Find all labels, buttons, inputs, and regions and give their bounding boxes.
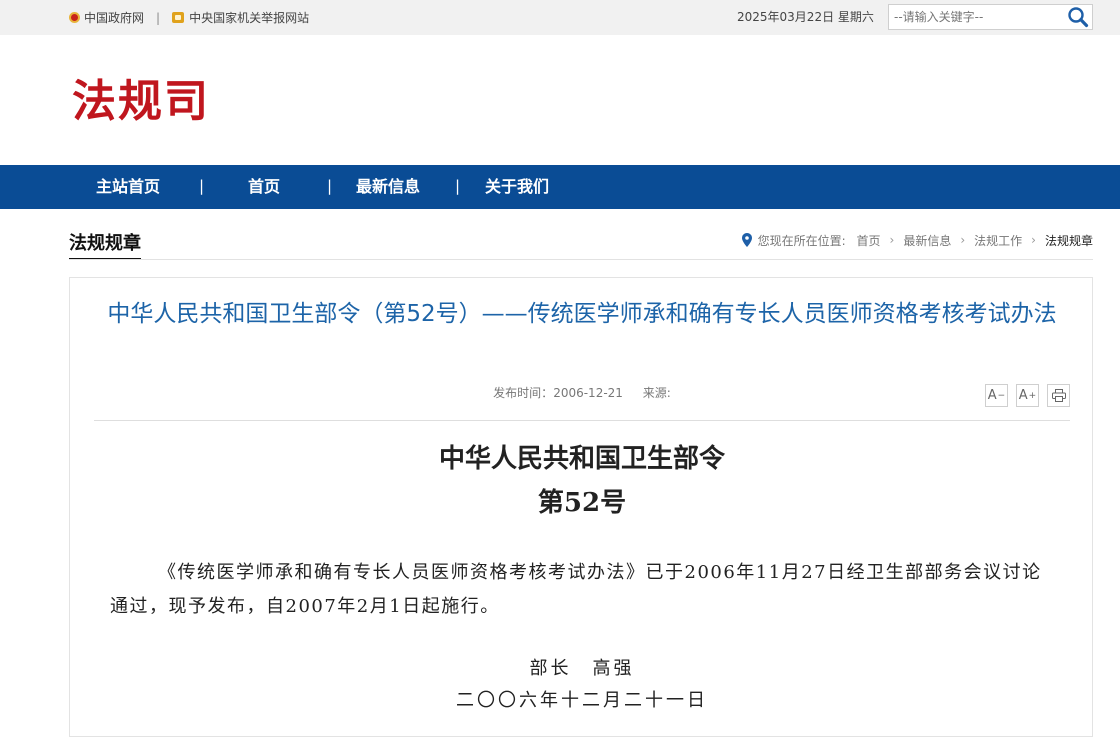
article-tools: A − A + [977,384,1070,407]
search-icon [1068,7,1089,28]
sign-date: 二〇〇六年十二月二十一日 [456,690,708,711]
report-site-link[interactable]: 中央国家机关举报网站 [172,9,309,26]
report-site-label: 中央国家机关举报网站 [189,11,310,25]
nav-item-home[interactable]: 首页 [248,165,280,209]
current-date: 2025年03月22日 星期六 [737,10,874,24]
nav-divider: | [455,177,461,195]
site-logo[interactable]: 法规司 [72,76,210,128]
national-emblem-icon [69,12,80,23]
search-button[interactable] [1066,6,1090,28]
font-smaller-label: A [987,388,997,403]
article-divider [94,420,1070,421]
font-larger-label: A [1018,388,1028,403]
location-pin-icon [741,233,752,247]
font-larger-button[interactable]: A + [1016,384,1039,407]
top-link-separator: | [156,10,161,25]
article-title: 中华人民共和国卫生部令（第52号）——传统医学师承和确有专长人员医师资格考核考试… [107,301,1057,327]
publish-date: 2006-12-21 [553,386,623,400]
gov-portal-link[interactable]: 中国政府网 [69,9,144,26]
print-button[interactable] [1047,384,1070,407]
chevron-right-icon: › [889,233,895,247]
publish-label: 发布时间： [493,386,554,400]
plus-icon: + [1028,390,1037,401]
breadcrumb-latest-news[interactable]: 最新信息 [903,232,951,249]
nav-divider: | [327,177,333,195]
article-meta: 发布时间：2006-12-21 来源: [70,384,1094,401]
top-bar: 中国政府网 | 中央国家机关举报网站 2025年03月22日 星期六 [0,0,1120,35]
chevron-right-icon: › [1031,233,1036,247]
search-input[interactable] [889,6,1059,28]
breadcrumb-home[interactable]: 首页 [857,232,881,249]
article-panel: 中华人民共和国卫生部令（第52号）——传统医学师承和确有专长人员医师资格考核考试… [69,277,1093,737]
article-body: 《传统医学师承和确有专长人员医师资格考核考试办法》已于2006年11月27日经卫… [110,562,1042,617]
nav-item-about-us[interactable]: 关于我们 [485,165,549,209]
report-icon [172,12,185,23]
chevron-right-icon: › [960,233,966,247]
decree-heading: 中华人民共和国卫生部令 [438,444,725,474]
nav-item-main-site-home[interactable]: 主站首页 [96,165,160,209]
main-nav: 主站首页 | 首页 | 最新信息 | 关于我们 [0,165,1120,209]
font-smaller-button[interactable]: A − [985,384,1008,407]
breadcrumb: 您现在所在位置: › 首页 › 最新信息 › 法规工作 › 法规规章 [741,230,1093,250]
gov-portal-label: 中国政府网 [84,11,145,25]
breadcrumb-current: 法规规章 [1044,233,1093,248]
source-label: 来源: [642,386,671,400]
nav-item-latest-news[interactable]: 最新信息 [356,165,420,209]
section-title: 法规规章 [69,232,141,260]
breadcrumb-legal-work[interactable]: 法规工作 [974,232,1022,249]
print-icon [1051,389,1066,402]
signature: 部长 高强 [529,658,635,679]
search-box [888,4,1093,30]
section-divider [69,259,1093,260]
top-links: 中国政府网 | 中央国家机关举报网站 [69,0,309,35]
minus-icon: − [997,390,1006,401]
nav-divider: | [199,177,205,195]
breadcrumb-prefix: 您现在所在位置: [757,233,846,248]
decree-number: 第52号 [537,488,627,518]
